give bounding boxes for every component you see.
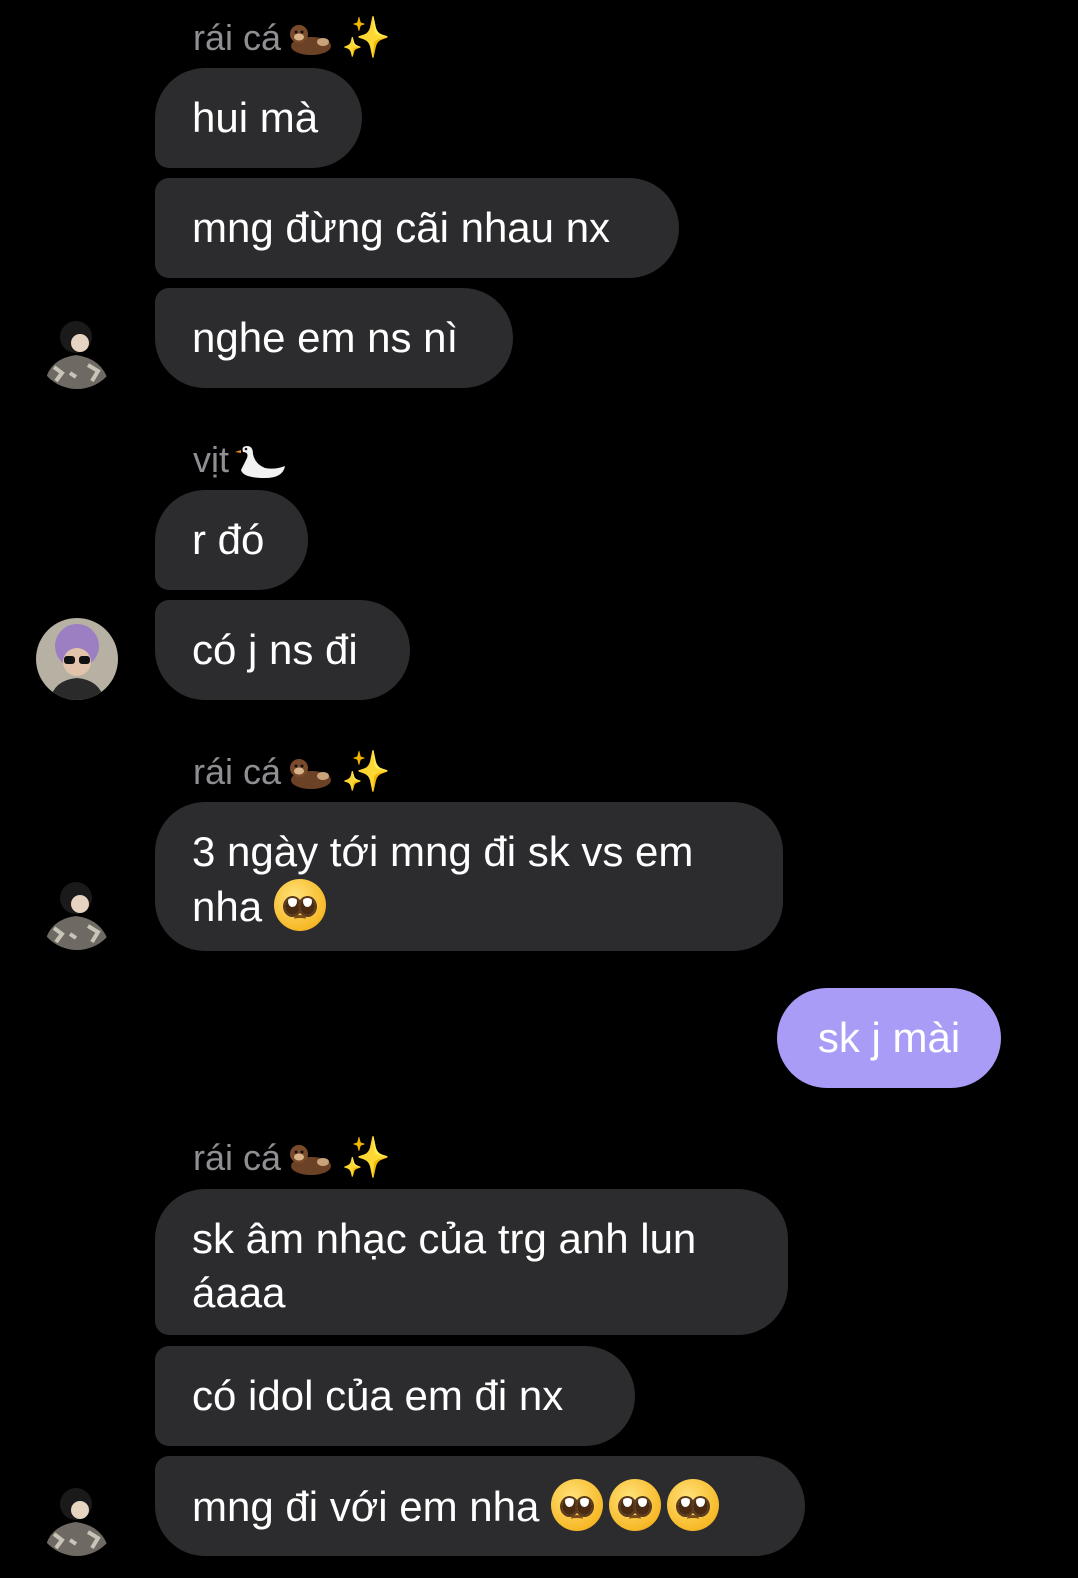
avatar-otter[interactable]: [36, 307, 118, 389]
outgoing-message-bubble[interactable]: sk j mài: [777, 988, 1001, 1088]
pleading-face-icon: [609, 1479, 662, 1531]
message-bubble[interactable]: mng đi với em nha: [155, 1456, 805, 1556]
avatar-swan[interactable]: [36, 618, 118, 700]
sparkles-icon: ✨: [341, 1136, 391, 1180]
message-bubble[interactable]: 3 ngày tới mng đi sk vs em nha: [155, 802, 783, 951]
pleading-face-icon: [551, 1479, 604, 1531]
otter-icon: [287, 1138, 335, 1178]
otter-icon: [287, 18, 335, 58]
swan-icon: [235, 440, 287, 480]
sender-name-otter: rái cá ✨: [193, 16, 391, 60]
message-bubble[interactable]: mng đừng cãi nhau nx: [155, 178, 679, 278]
otter-icon: [287, 752, 335, 792]
message-bubble[interactable]: sk âm nhạc của trg anh lun áaaa: [155, 1189, 788, 1335]
sparkles-icon: ✨: [341, 750, 391, 794]
message-bubble[interactable]: nghe em ns nì: [155, 288, 513, 388]
sparkles-icon: ✨: [341, 16, 391, 60]
sender-name-swan: vịt: [193, 440, 287, 480]
message-bubble[interactable]: có idol của em đi nx: [155, 1346, 635, 1446]
sender-name-otter: rái cá ✨: [193, 1136, 391, 1180]
message-bubble[interactable]: có j ns đi: [155, 600, 410, 700]
message-bubble[interactable]: r đó: [155, 490, 308, 590]
message-bubble[interactable]: hui mà: [155, 68, 362, 168]
sender-name-otter: rái cá ✨: [193, 750, 391, 794]
avatar-otter[interactable]: [36, 868, 118, 950]
pleading-face-icon: [667, 1479, 720, 1531]
avatar-otter[interactable]: [36, 1474, 118, 1556]
pleading-face-icon: [273, 879, 326, 931]
